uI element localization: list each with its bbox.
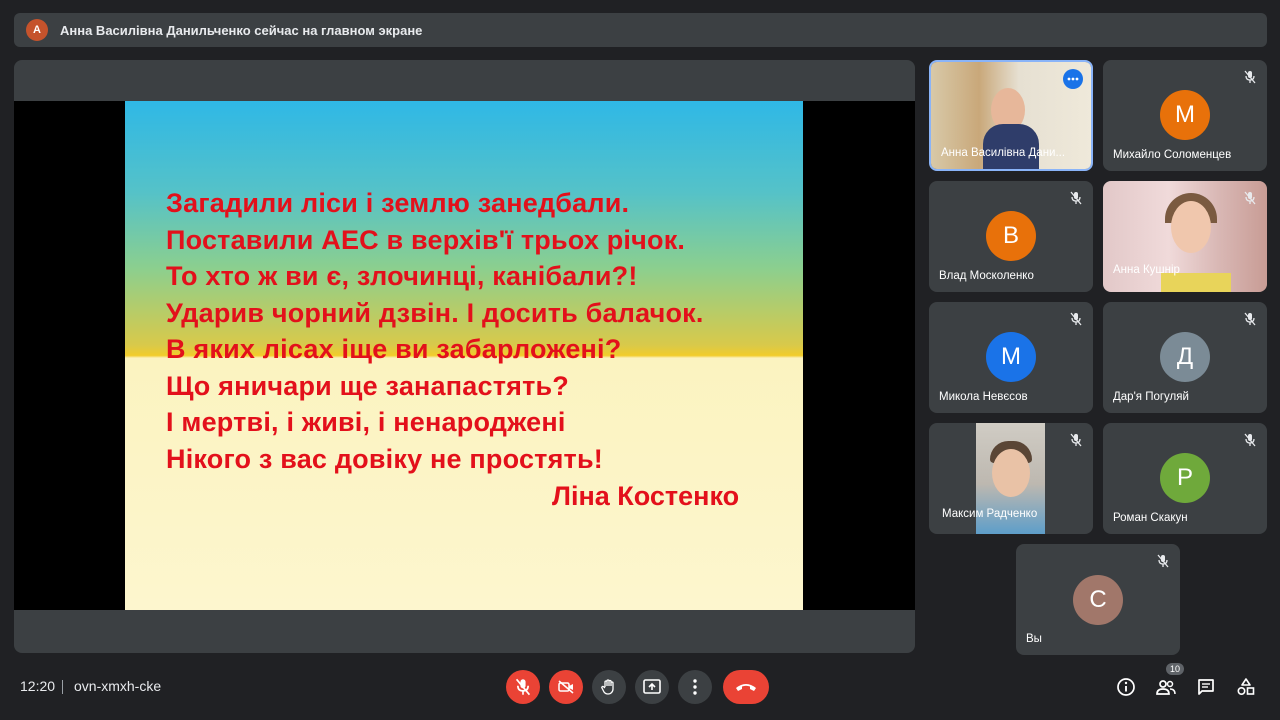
more-options-button[interactable] [678, 670, 712, 704]
meeting-time: 12:20 [20, 678, 56, 694]
participant-tile[interactable]: Максим Радченко [929, 423, 1093, 534]
camera-toggle-button[interactable] [549, 670, 583, 704]
presenting-banner: А Анна Василівна Данильченко сейчас на г… [14, 13, 1267, 47]
participant-name: Роман Скакун [1113, 512, 1188, 524]
leave-call-button[interactable] [723, 670, 769, 704]
mic-off-icon [1067, 189, 1085, 207]
poem-line: То хто ж ви є, злочинці, канібали?! [166, 261, 638, 291]
meeting-code: ovn-xmxh-cke [74, 678, 162, 694]
poem-line: В яких лісах іще ви забарложені? [166, 334, 622, 364]
poem-line: І мертві, і живі, і ненароджені [166, 407, 566, 437]
participant-tile-self[interactable]: С Вы [1016, 544, 1180, 655]
more-vert-icon [693, 679, 697, 695]
more-options-button[interactable] [1063, 69, 1083, 89]
mic-off-icon [1154, 552, 1172, 570]
raise-hand-button[interactable] [592, 670, 626, 704]
meeting-details-button[interactable] [1114, 675, 1138, 699]
microphone-toggle-button[interactable] [506, 670, 540, 704]
mic-off-icon [1241, 189, 1259, 207]
presentation-stage: Загадили ліси і землю занедбали. Постави… [14, 60, 915, 653]
mic-off-icon [1241, 68, 1259, 86]
poem-line: Ударив чорний дзвін. І досить балачок. [166, 297, 704, 328]
presenting-text: Анна Василівна Данильченко сейчас на гла… [60, 22, 423, 38]
participant-name: Анна Василівна Дани... [941, 147, 1066, 159]
participant-avatar: С [1073, 575, 1123, 625]
participant-tile[interactable]: В Влад Москоленко [929, 181, 1093, 292]
chat-button[interactable] [1194, 675, 1218, 699]
present-screen-button[interactable] [635, 670, 669, 704]
hand-icon [601, 679, 614, 695]
participant-count-badge: 10 [1166, 663, 1185, 675]
participant-avatar: М [1160, 90, 1210, 140]
info-icon [1117, 678, 1135, 696]
camera-off-icon [558, 680, 574, 694]
poem-line: Поставили АЕС в верхів'ї трьох річок. [166, 224, 686, 255]
participant-avatar: М [986, 332, 1036, 382]
participant-avatar: Р [1160, 453, 1210, 503]
participant-name: Максим Радченко [942, 508, 1038, 520]
mic-off-icon [515, 678, 531, 696]
participant-tile[interactable]: М Михайло Соломенцев [1103, 60, 1267, 171]
participant-tile[interactable]: М Микола Невєсов [929, 302, 1093, 413]
mic-off-icon [1067, 310, 1085, 328]
presentation-slide: Загадили ліси і землю занедбали. Постави… [125, 101, 803, 610]
activities-icon [1237, 678, 1255, 696]
mic-off-icon [1241, 310, 1259, 328]
participant-tile[interactable]: Р Роман Скакун [1103, 423, 1267, 534]
more-icon [1067, 77, 1079, 81]
poem-line: Що яничари ще занапастять? [166, 370, 569, 401]
participant-name: Вы [1026, 633, 1042, 645]
mic-off-icon [1241, 431, 1259, 449]
participants-button[interactable] [1154, 675, 1178, 699]
poem-text: Загадили ліси і землю занедбали. Постави… [166, 185, 704, 477]
participant-tile[interactable]: Анна Кушнір [1103, 181, 1267, 292]
poem-line: Загадили ліси і землю занедбали. [166, 188, 630, 218]
participant-name: Влад Москоленко [939, 270, 1034, 282]
participant-name: Анна Кушнір [1113, 264, 1180, 276]
divider [62, 680, 63, 694]
mic-off-icon [1067, 431, 1085, 449]
participant-name: Дар'я Погуляй [1113, 391, 1189, 403]
phone-hangup-icon [736, 684, 756, 691]
chat-icon [1198, 679, 1214, 695]
participant-tile[interactable]: Анна Василівна Дани... [929, 60, 1093, 171]
participant-avatar: В [986, 211, 1036, 261]
poem-author: Ліна Костенко [552, 481, 740, 511]
participant-tile[interactable]: Д Дар'я Погуляй [1103, 302, 1267, 413]
present-icon [643, 679, 661, 694]
poem-line: Нікого з вас довіку не простять! [166, 443, 603, 474]
people-icon [1156, 680, 1176, 695]
participant-name: Микола Невєсов [939, 391, 1028, 403]
presenter-avatar: А [26, 19, 48, 41]
participant-name: Михайло Соломенцев [1113, 149, 1232, 161]
participant-avatar: Д [1160, 332, 1210, 382]
activities-button[interactable] [1234, 675, 1258, 699]
